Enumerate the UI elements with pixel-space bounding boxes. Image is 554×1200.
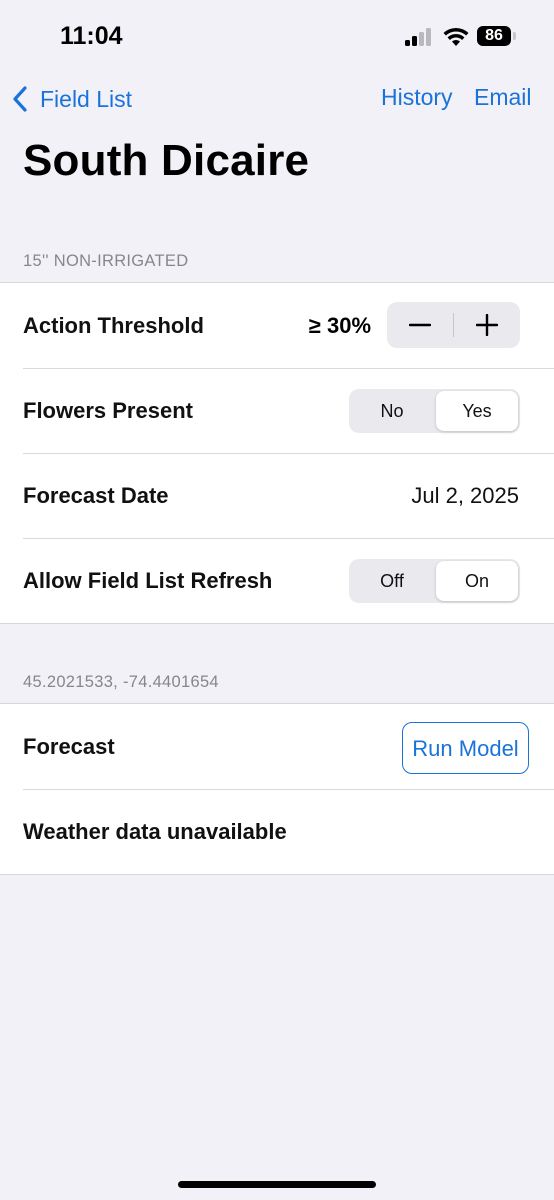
plus-icon <box>476 314 498 336</box>
action-threshold-label: Action Threshold <box>23 313 204 338</box>
threshold-stepper[interactable] <box>387 302 520 348</box>
battery-tip <box>513 32 516 40</box>
increment-button[interactable] <box>454 302 520 348</box>
flowers-no-option[interactable]: No <box>351 391 433 431</box>
allow-refresh-segmented-control[interactable]: Off On <box>349 559 520 603</box>
cellular-signal-icon <box>405 28 433 46</box>
action-threshold-row: Action Threshold ≥ 30% <box>0 283 554 368</box>
section-header-coordinates: 45.2021533, -74.4401654 <box>23 673 219 691</box>
section-header-field-type: 15'' NON-IRRIGATED <box>23 252 189 270</box>
refresh-on-option[interactable]: On <box>436 561 518 601</box>
flowers-present-segmented-control[interactable]: No Yes <box>349 389 520 433</box>
status-bar: 11:04 86 <box>0 0 554 74</box>
flowers-yes-option[interactable]: Yes <box>436 391 518 431</box>
forecast-label: Forecast <box>23 734 115 759</box>
allow-refresh-label: Allow Field List Refresh <box>23 568 273 593</box>
forecast-group: Forecast Run Model Weather data unavaila… <box>0 703 554 875</box>
field-settings-group: Action Threshold ≥ 30% Flowers Present N… <box>0 282 554 624</box>
chevron-left-icon <box>13 86 27 112</box>
status-time: 11:04 <box>60 22 123 50</box>
flowers-present-label: Flowers Present <box>23 398 193 423</box>
home-indicator[interactable] <box>178 1181 376 1188</box>
decrement-button[interactable] <box>387 302 453 348</box>
run-model-button[interactable]: Run Model <box>402 722 529 774</box>
battery-icon: 86 <box>477 26 511 46</box>
history-button[interactable]: History <box>381 84 453 111</box>
wifi-icon <box>443 27 469 46</box>
forecast-date-row: Forecast Date Jul 2, 2025 <box>0 453 554 538</box>
forecast-date-value[interactable]: Jul 2, 2025 <box>411 453 519 538</box>
forecast-date-label: Forecast Date <box>23 483 169 508</box>
back-button[interactable]: Field List <box>12 82 132 116</box>
forecast-row: Forecast Run Model <box>0 704 554 789</box>
action-threshold-value: ≥ 30% <box>308 313 371 338</box>
allow-refresh-row: Allow Field List Refresh Off On <box>0 538 554 623</box>
back-button-label: Field List <box>40 85 133 112</box>
weather-status-row: Weather data unavailable <box>0 789 554 874</box>
minus-icon <box>409 323 431 327</box>
refresh-off-option[interactable]: Off <box>351 561 433 601</box>
flowers-present-row: Flowers Present No Yes <box>0 368 554 453</box>
email-button[interactable]: Email <box>474 84 532 111</box>
page-title: South Dicaire <box>23 136 310 185</box>
weather-status-label: Weather data unavailable <box>23 819 287 844</box>
